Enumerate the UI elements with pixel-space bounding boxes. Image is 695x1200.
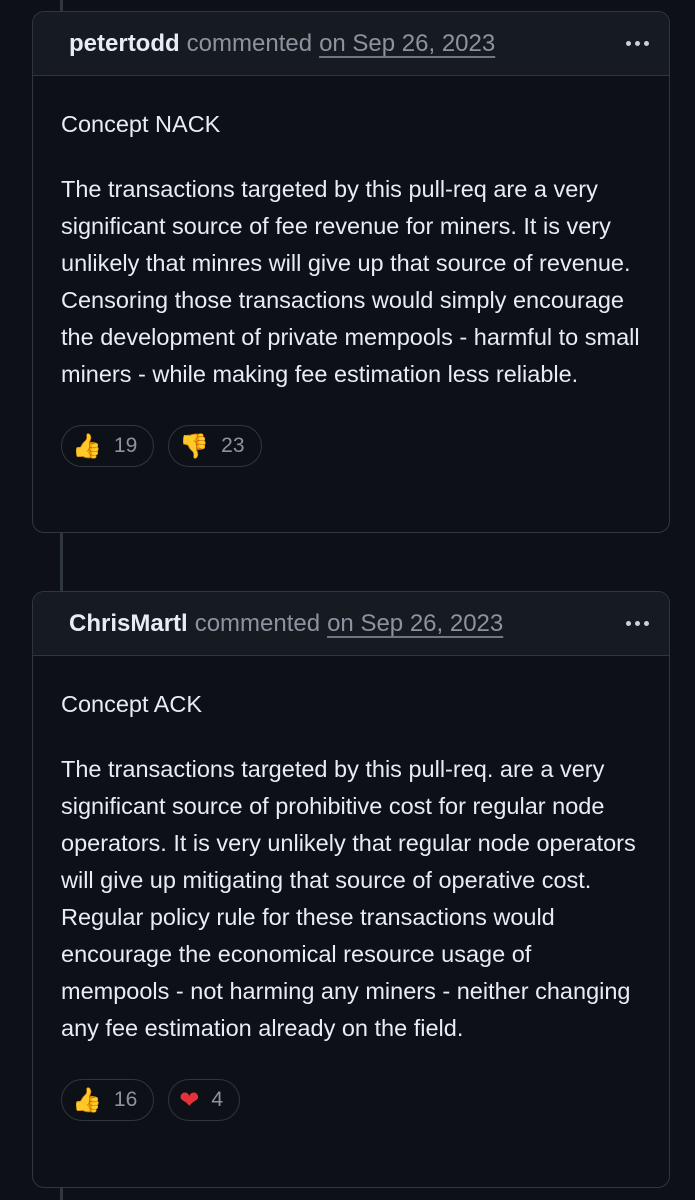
comment-header: petertodd commented on Sep 26, 2023 bbox=[33, 12, 669, 76]
comment-author[interactable]: ChrisMartl bbox=[69, 610, 188, 638]
comment-author[interactable]: petertodd bbox=[69, 30, 180, 58]
thumbs-down-icon: 👎 bbox=[179, 432, 210, 460]
heart-icon: ❤ bbox=[179, 1086, 200, 1114]
reaction-count: 4 bbox=[211, 1088, 224, 1111]
comment-body: Concept ACK The transactions targeted by… bbox=[33, 656, 669, 1047]
reaction-count: 19 bbox=[113, 434, 138, 457]
thumbs-up-icon: 👍 bbox=[72, 432, 102, 460]
comment-paragraph: The transactions targeted by this pull-r… bbox=[61, 176, 640, 387]
timeline-line-middle bbox=[60, 532, 63, 592]
kebab-menu-icon[interactable] bbox=[626, 41, 649, 46]
comment-paragraph: Concept NACK bbox=[61, 111, 221, 137]
comment-petertodd: petertodd commented on Sep 26, 2023 Conc… bbox=[32, 11, 670, 533]
comment-action: commented bbox=[186, 29, 313, 57]
kebab-menu-icon[interactable] bbox=[626, 621, 649, 626]
reactions-bar: 👍 16 ❤ 4 bbox=[33, 1075, 669, 1149]
reaction-thumbs-up-button[interactable]: 👍 16 bbox=[61, 1079, 155, 1121]
comment-action: commented bbox=[194, 609, 321, 637]
comment-body: Concept NACK The transactions targeted b… bbox=[33, 76, 669, 393]
reaction-thumbs-down-button[interactable]: 👎 23 bbox=[168, 425, 262, 467]
comment-date-link[interactable]: on Sep 26, 2023 bbox=[319, 30, 495, 58]
reaction-count: 16 bbox=[113, 1088, 138, 1111]
comment-header: ChrisMartl commented on Sep 26, 2023 bbox=[33, 592, 669, 656]
comment-paragraph: Concept ACK bbox=[61, 691, 203, 717]
comment-date-link[interactable]: on Sep 26, 2023 bbox=[327, 610, 503, 638]
comment-chrismartl: ChrisMartl commented on Sep 26, 2023 Con… bbox=[32, 591, 670, 1188]
reaction-heart-button[interactable]: ❤ 4 bbox=[168, 1079, 241, 1121]
reaction-thumbs-up-button[interactable]: 👍 19 bbox=[61, 425, 155, 467]
reactions-bar: 👍 19 👎 23 bbox=[33, 421, 669, 495]
thumbs-up-icon: 👍 bbox=[72, 1086, 102, 1114]
comment-paragraph: The transactions targeted by this pull-r… bbox=[61, 756, 636, 1041]
timeline-line-bottom bbox=[60, 1186, 63, 1200]
reaction-count: 23 bbox=[221, 434, 245, 457]
